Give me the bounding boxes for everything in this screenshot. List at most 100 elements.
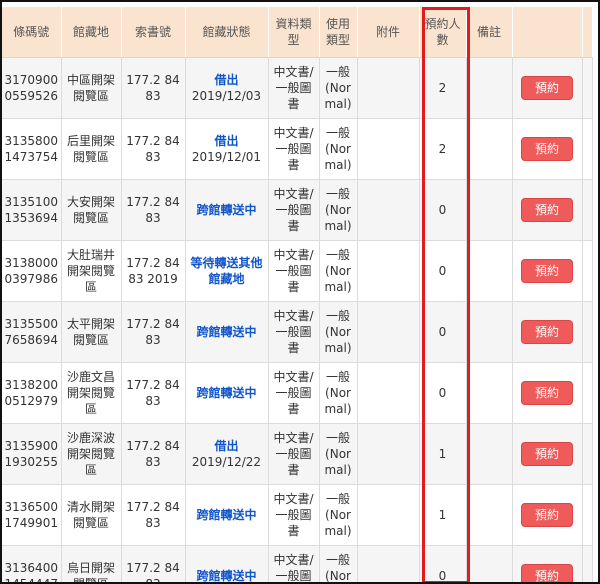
reserve-button[interactable]: 預約 bbox=[521, 137, 573, 161]
table-header-row: 條碼號 館藏地 索書號 館藏狀態 資料類型 使用類型 附件 預約人數 備註 bbox=[2, 7, 593, 58]
usage-type-cell: 一般(Normal) bbox=[319, 57, 358, 119]
action-cell: 預約 bbox=[512, 484, 583, 546]
material-type-cell: 中文書/一般圖書 bbox=[268, 545, 320, 582]
library-cell: 沙鹿文昌開架閱覽區 bbox=[61, 362, 122, 424]
header-remarks[interactable]: 備註 bbox=[466, 7, 513, 58]
reserve-button[interactable]: 預約 bbox=[521, 259, 573, 283]
extra-cell bbox=[582, 545, 593, 582]
status-due-date: 2019/12/03 bbox=[191, 89, 262, 103]
holdings-frame: 條碼號 館藏地 索書號 館藏狀態 資料類型 使用類型 附件 預約人數 備註 31… bbox=[0, 0, 600, 584]
call-number-cell: 177.2 8483 bbox=[121, 362, 186, 424]
barcode-cell: 31380000397986 bbox=[2, 240, 62, 302]
table-row: 31364001454447 烏日開架閱覽區 177.2 8483 跨館轉送中 中文書/… bbox=[2, 545, 593, 582]
header-barcode[interactable]: 條碼號 bbox=[2, 7, 62, 58]
status-label: 借出 bbox=[214, 73, 239, 87]
table-body: 31709000559526 中區開架閱覽區 177.2 8483 借出 2019/12… bbox=[2, 57, 593, 582]
call-number-cell: 177.2 8483 bbox=[121, 484, 186, 546]
reservations-count: 0 bbox=[419, 362, 467, 424]
library-cell: 清水開架閱覽區 bbox=[61, 484, 122, 546]
call-number-cell: 177.2 8483 bbox=[121, 301, 186, 363]
call-number-cell: 177.2 8483 bbox=[121, 57, 186, 119]
barcode-cell: 31365001749901 bbox=[2, 484, 62, 546]
usage-type-cell: 一般(Normal) bbox=[319, 179, 358, 241]
status-cell: 跨館轉送中 bbox=[185, 545, 269, 582]
barcode-cell: 31358001473754 bbox=[2, 118, 62, 180]
usage-type-cell: 一般(Normal) bbox=[319, 362, 358, 424]
extra-cell bbox=[582, 423, 593, 485]
action-cell: 預約 bbox=[512, 545, 583, 582]
status-cell: 跨館轉送中 bbox=[185, 362, 269, 424]
reserve-button[interactable]: 預約 bbox=[521, 564, 573, 582]
attachment-cell bbox=[357, 57, 420, 119]
status-label: 等待轉送其他館藏地 bbox=[190, 256, 263, 286]
attachment-cell bbox=[357, 362, 420, 424]
extra-cell bbox=[582, 301, 593, 363]
action-cell: 預約 bbox=[512, 118, 583, 180]
material-type-cell: 中文書/一般圖書 bbox=[268, 301, 320, 363]
reserve-button[interactable]: 預約 bbox=[521, 503, 573, 527]
status-label: 跨館轉送中 bbox=[196, 325, 257, 339]
remarks-cell bbox=[466, 118, 513, 180]
barcode-cell: 31355007658694 bbox=[2, 301, 62, 363]
call-number-cell: 177.2 8483 bbox=[121, 423, 186, 485]
extra-cell bbox=[582, 57, 593, 119]
library-cell: 沙鹿深波開架閱覽區 bbox=[61, 423, 122, 485]
header-library[interactable]: 館藏地 bbox=[61, 7, 122, 58]
material-type-cell: 中文書/一般圖書 bbox=[268, 179, 320, 241]
header-material-type[interactable]: 資料類型 bbox=[268, 7, 320, 58]
reservations-count: 0 bbox=[419, 240, 467, 302]
reserve-button[interactable]: 預約 bbox=[521, 442, 573, 466]
header-reservations[interactable]: 預約人數 bbox=[419, 7, 467, 58]
barcode-cell: 31359001930255 bbox=[2, 423, 62, 485]
status-label: 跨館轉送中 bbox=[196, 508, 257, 522]
action-cell: 預約 bbox=[512, 362, 583, 424]
header-action bbox=[512, 7, 583, 58]
table-row: 31380000397986 大肚瑞井開架閱覽區 177.2 8483 2019 等待… bbox=[2, 240, 593, 302]
header-extra bbox=[582, 7, 593, 58]
header-attachment[interactable]: 附件 bbox=[357, 7, 420, 58]
remarks-cell bbox=[466, 301, 513, 363]
usage-type-cell: 一般(Normal) bbox=[319, 301, 358, 363]
table-row: 31358001473754 后里開架閱覽區 177.2 8483 借出 2019/12… bbox=[2, 118, 593, 180]
library-cell: 太平開架閱覽區 bbox=[61, 301, 122, 363]
table-row: 31351001353694 大安開架閱覽區 177.2 8483 跨館轉送中 中文書/… bbox=[2, 179, 593, 241]
attachment-cell bbox=[357, 118, 420, 180]
material-type-cell: 中文書/一般圖書 bbox=[268, 423, 320, 485]
barcode-cell: 31382000512979 bbox=[2, 362, 62, 424]
status-label: 跨館轉送中 bbox=[196, 386, 257, 400]
call-number-cell: 177.2 8483 2019 bbox=[121, 240, 186, 302]
reservations-count: 1 bbox=[419, 423, 467, 485]
reserve-button[interactable]: 預約 bbox=[521, 381, 573, 405]
attachment-cell bbox=[357, 545, 420, 582]
action-cell: 預約 bbox=[512, 179, 583, 241]
barcode-cell: 31351001353694 bbox=[2, 179, 62, 241]
action-cell: 預約 bbox=[512, 423, 583, 485]
barcode-cell: 31364001454447 bbox=[2, 545, 62, 582]
table-row: 31709000559526 中區開架閱覽區 177.2 8483 借出 2019/12… bbox=[2, 57, 593, 119]
reservations-count: 0 bbox=[419, 179, 467, 241]
remarks-cell bbox=[466, 179, 513, 241]
attachment-cell bbox=[357, 301, 420, 363]
library-cell: 中區開架閱覽區 bbox=[61, 57, 122, 119]
reservations-count: 2 bbox=[419, 57, 467, 119]
usage-type-cell: 一般(Normal) bbox=[319, 423, 358, 485]
usage-type-cell: 一般(Normal) bbox=[319, 484, 358, 546]
call-number-cell: 177.2 8483 bbox=[121, 118, 186, 180]
status-cell: 借出 2019/12/22 bbox=[185, 423, 269, 485]
call-number-cell: 177.2 8483 bbox=[121, 545, 186, 582]
usage-type-cell: 一般(Normal) bbox=[319, 118, 358, 180]
reserve-button[interactable]: 預約 bbox=[521, 320, 573, 344]
attachment-cell bbox=[357, 423, 420, 485]
header-call-number[interactable]: 索書號 bbox=[121, 7, 186, 58]
header-status[interactable]: 館藏狀態 bbox=[185, 7, 269, 58]
header-usage-type[interactable]: 使用類型 bbox=[319, 7, 358, 58]
material-type-cell: 中文書/一般圖書 bbox=[268, 118, 320, 180]
status-cell: 跨館轉送中 bbox=[185, 301, 269, 363]
attachment-cell bbox=[357, 240, 420, 302]
reservations-count: 0 bbox=[419, 545, 467, 582]
extra-cell bbox=[582, 362, 593, 424]
library-cell: 大安開架閱覽區 bbox=[61, 179, 122, 241]
reserve-button[interactable]: 預約 bbox=[521, 76, 573, 100]
reservations-count: 2 bbox=[419, 118, 467, 180]
reserve-button[interactable]: 預約 bbox=[521, 198, 573, 222]
